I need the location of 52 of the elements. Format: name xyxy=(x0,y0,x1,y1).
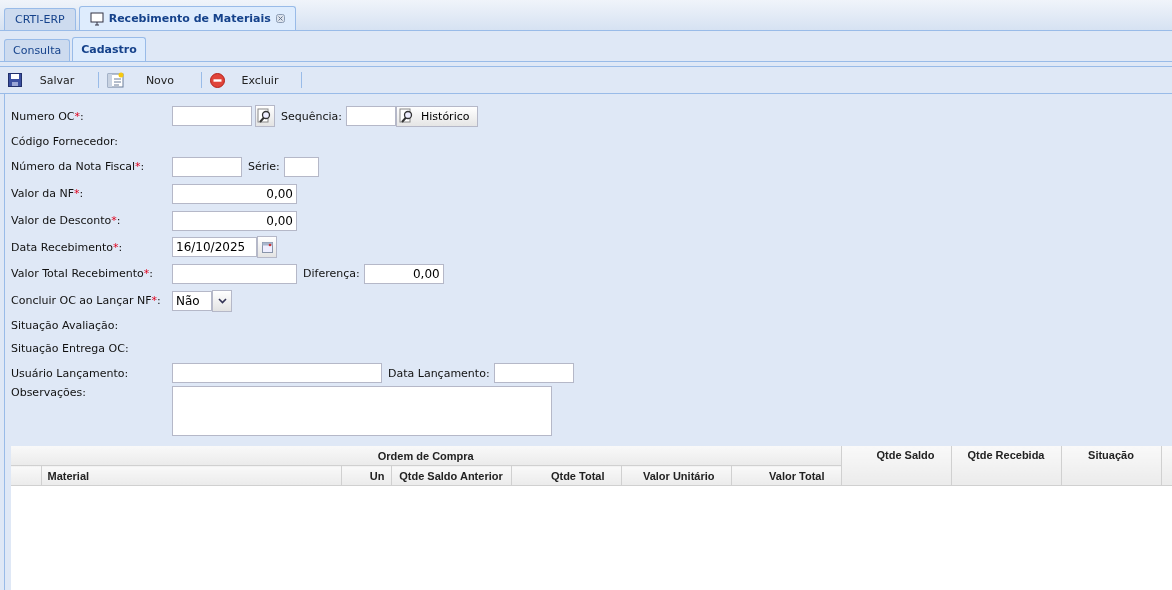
text-field[interactable] xyxy=(283,156,319,177)
field-label: Valor Total Recebimento*: xyxy=(11,267,154,280)
field-label: Numero OC*: xyxy=(11,109,85,123)
text-field[interactable] xyxy=(493,363,574,383)
text-field[interactable] xyxy=(172,156,242,177)
search-button[interactable] xyxy=(255,105,275,127)
save-button[interactable]: Salvar xyxy=(8,69,92,91)
text-field[interactable] xyxy=(346,106,396,126)
field-label: Código Fornecedor: xyxy=(11,135,119,148)
field-label: Sequência: xyxy=(280,109,342,123)
text-field[interactable] xyxy=(172,363,382,383)
column-header[interactable]: Qtde Recebida xyxy=(951,446,1061,486)
field-label: Valor da NF*: xyxy=(11,187,85,200)
history-button[interactable]: Histórico xyxy=(396,105,479,127)
field-label: Série: xyxy=(247,160,280,173)
text-area[interactable] xyxy=(172,386,552,436)
magnifier-icon xyxy=(399,108,415,124)
date-field[interactable]: 16/10/2025 xyxy=(172,237,257,257)
number-field[interactable]: 0,00 xyxy=(172,183,297,204)
column-group-header: Ordem de Compra xyxy=(11,446,841,466)
delete-button[interactable]: Excluir xyxy=(210,69,295,91)
field-label: Observações: xyxy=(11,386,87,399)
calendar-icon xyxy=(261,241,273,253)
number-field[interactable] xyxy=(172,263,297,284)
field-label: Valor de Desconto*: xyxy=(11,214,122,227)
new-button[interactable]: Novo xyxy=(107,69,195,91)
window-tab[interactable]: Recebimento de Materiais xyxy=(78,6,296,30)
number-field[interactable]: 0,00 xyxy=(172,210,297,231)
delete-icon xyxy=(210,72,225,88)
field-label: Situação Entrega OC: xyxy=(11,342,130,355)
field-label: Número da Nota Fiscal*: xyxy=(11,160,146,173)
caret-icon xyxy=(217,297,227,304)
field-label: Diferença: xyxy=(302,267,360,280)
new-document-icon xyxy=(107,72,125,88)
field-label: Situação Avaliação: xyxy=(11,319,120,332)
field-label: Data Recebimento*: xyxy=(11,240,124,254)
text-field[interactable] xyxy=(172,106,252,126)
close-icon[interactable] xyxy=(275,14,285,23)
dropdown-button[interactable] xyxy=(212,289,232,312)
number-field[interactable]: 0,00 xyxy=(363,263,444,284)
field-label: Data Lançamento: xyxy=(387,366,490,380)
select-field[interactable]: Não xyxy=(172,290,212,311)
window-tab[interactable]: CRTI-ERP xyxy=(4,8,76,30)
tab[interactable]: Consulta xyxy=(4,39,71,61)
calendar-button[interactable] xyxy=(257,236,277,258)
field-label: Concluir OC ao Lançar NF*: xyxy=(11,294,162,307)
column-header[interactable]: Qtde Saldo xyxy=(841,446,951,486)
magnifier-icon xyxy=(257,108,273,124)
tab[interactable]: Cadastro xyxy=(72,37,146,61)
column-header[interactable]: Situação xyxy=(1061,446,1161,486)
monitor-icon xyxy=(89,11,104,26)
field-label: Usuário Lançamento: xyxy=(11,366,130,380)
